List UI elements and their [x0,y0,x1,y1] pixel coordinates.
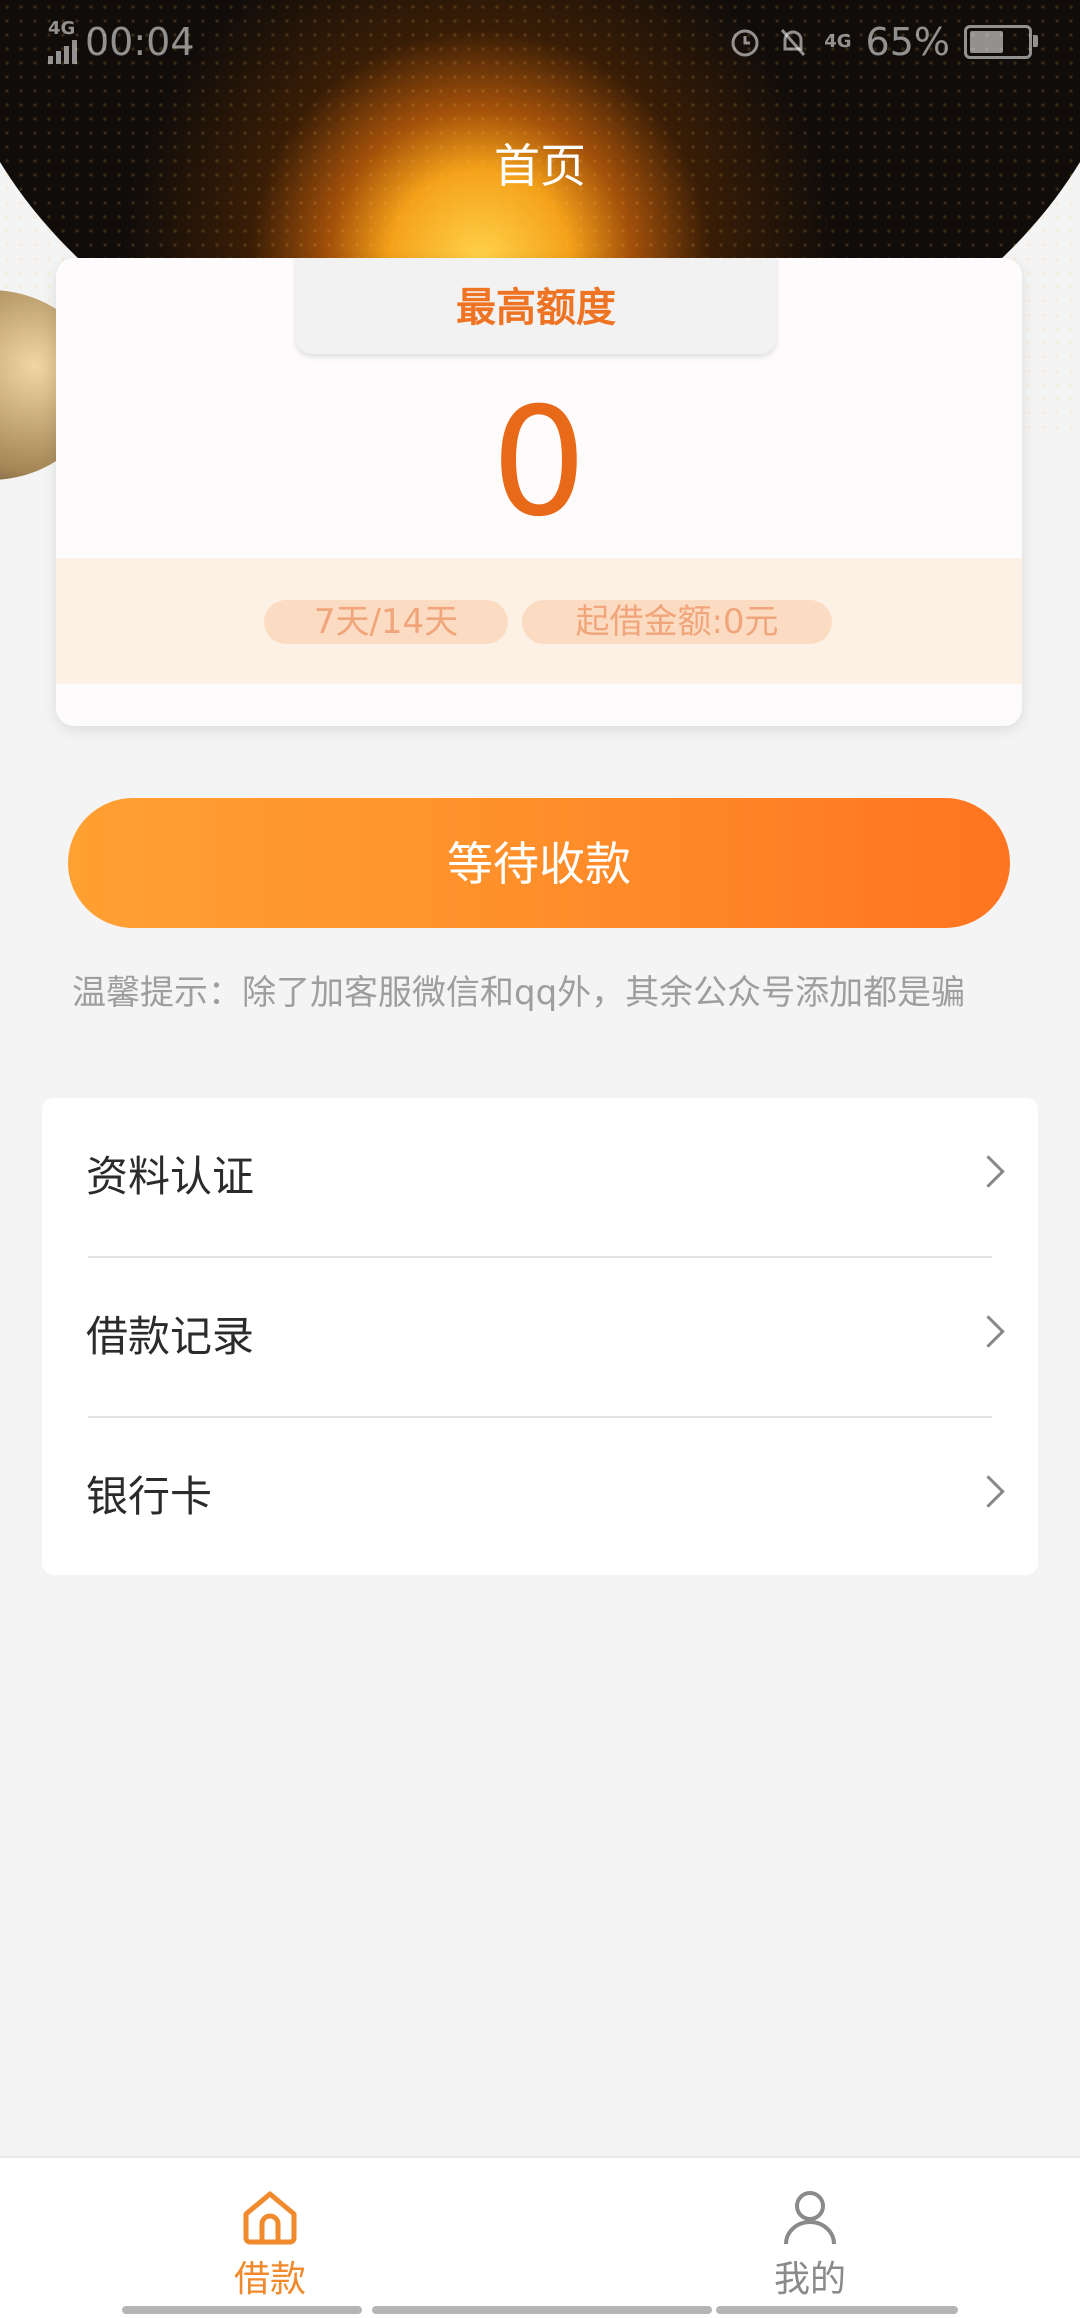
quota-info-strip: 7天/14天 起借金额:0元 [56,558,1022,684]
battery-percent: 65% [865,20,950,64]
menu-item-loan-records[interactable]: 借款记录 [42,1258,1038,1416]
quota-tab-label: 最高额度 [456,285,616,331]
tab-loan-label: 借款 [233,2259,306,2300]
loan-term-badge: 7天/14天 [264,600,508,644]
chevron-right-icon [972,1315,1005,1348]
menu-item-bank-card[interactable]: 银行卡 [42,1418,1038,1576]
gesture-bar-center[interactable] [372,2306,712,2314]
menu-item-label: 银行卡 [86,1472,213,1521]
tab-mine-label: 我的 [773,2259,846,2300]
menu-item-label: 借款记录 [86,1312,255,1361]
home-icon [243,2191,297,2245]
menu-item-label: 资料认证 [86,1152,255,1201]
user-icon [784,2191,836,2245]
gesture-bar-left [122,2306,362,2314]
status-left: 4G 00:04 [48,20,195,64]
menu-list: 资料认证 借款记录 银行卡 [42,1098,1038,1575]
status-bar: 4G 00:04 4G 65% [0,0,1080,86]
alarm-icon [731,29,759,57]
menu-item-verification[interactable]: 资料认证 [42,1098,1038,1256]
mute-bell-icon [781,29,806,56]
signal-icon [48,38,77,64]
status-right: 4G 65% [728,20,1038,64]
tab-loan[interactable]: 借款 [170,2158,370,2318]
signal-indicator: 4G [48,20,77,64]
clock: 00:04 [85,20,195,64]
page-title: 首页 [494,139,586,193]
quota-card: 最高额度 0 7天/14天 起借金额:0元 [56,258,1022,726]
quota-amount: 0 [491,376,587,550]
network-type: 4G [48,18,76,39]
chevron-right-icon [972,1155,1005,1188]
await-payment-button[interactable]: 等待收款 [68,798,1010,928]
battery-level [970,31,1003,53]
warning-tip: 温馨提示：除了加客服微信和qq外，其余公众号添加都是骗 [72,973,966,1013]
bottom-nav: 借款 我的 [0,2156,1080,2318]
chevron-right-icon [972,1475,1005,1508]
network-type-right: 4G [824,31,852,52]
battery-icon [964,25,1038,59]
tab-mine[interactable]: 我的 [710,2158,910,2318]
gesture-bar-right [716,2306,958,2314]
min-amount-badge: 起借金额:0元 [522,600,832,644]
